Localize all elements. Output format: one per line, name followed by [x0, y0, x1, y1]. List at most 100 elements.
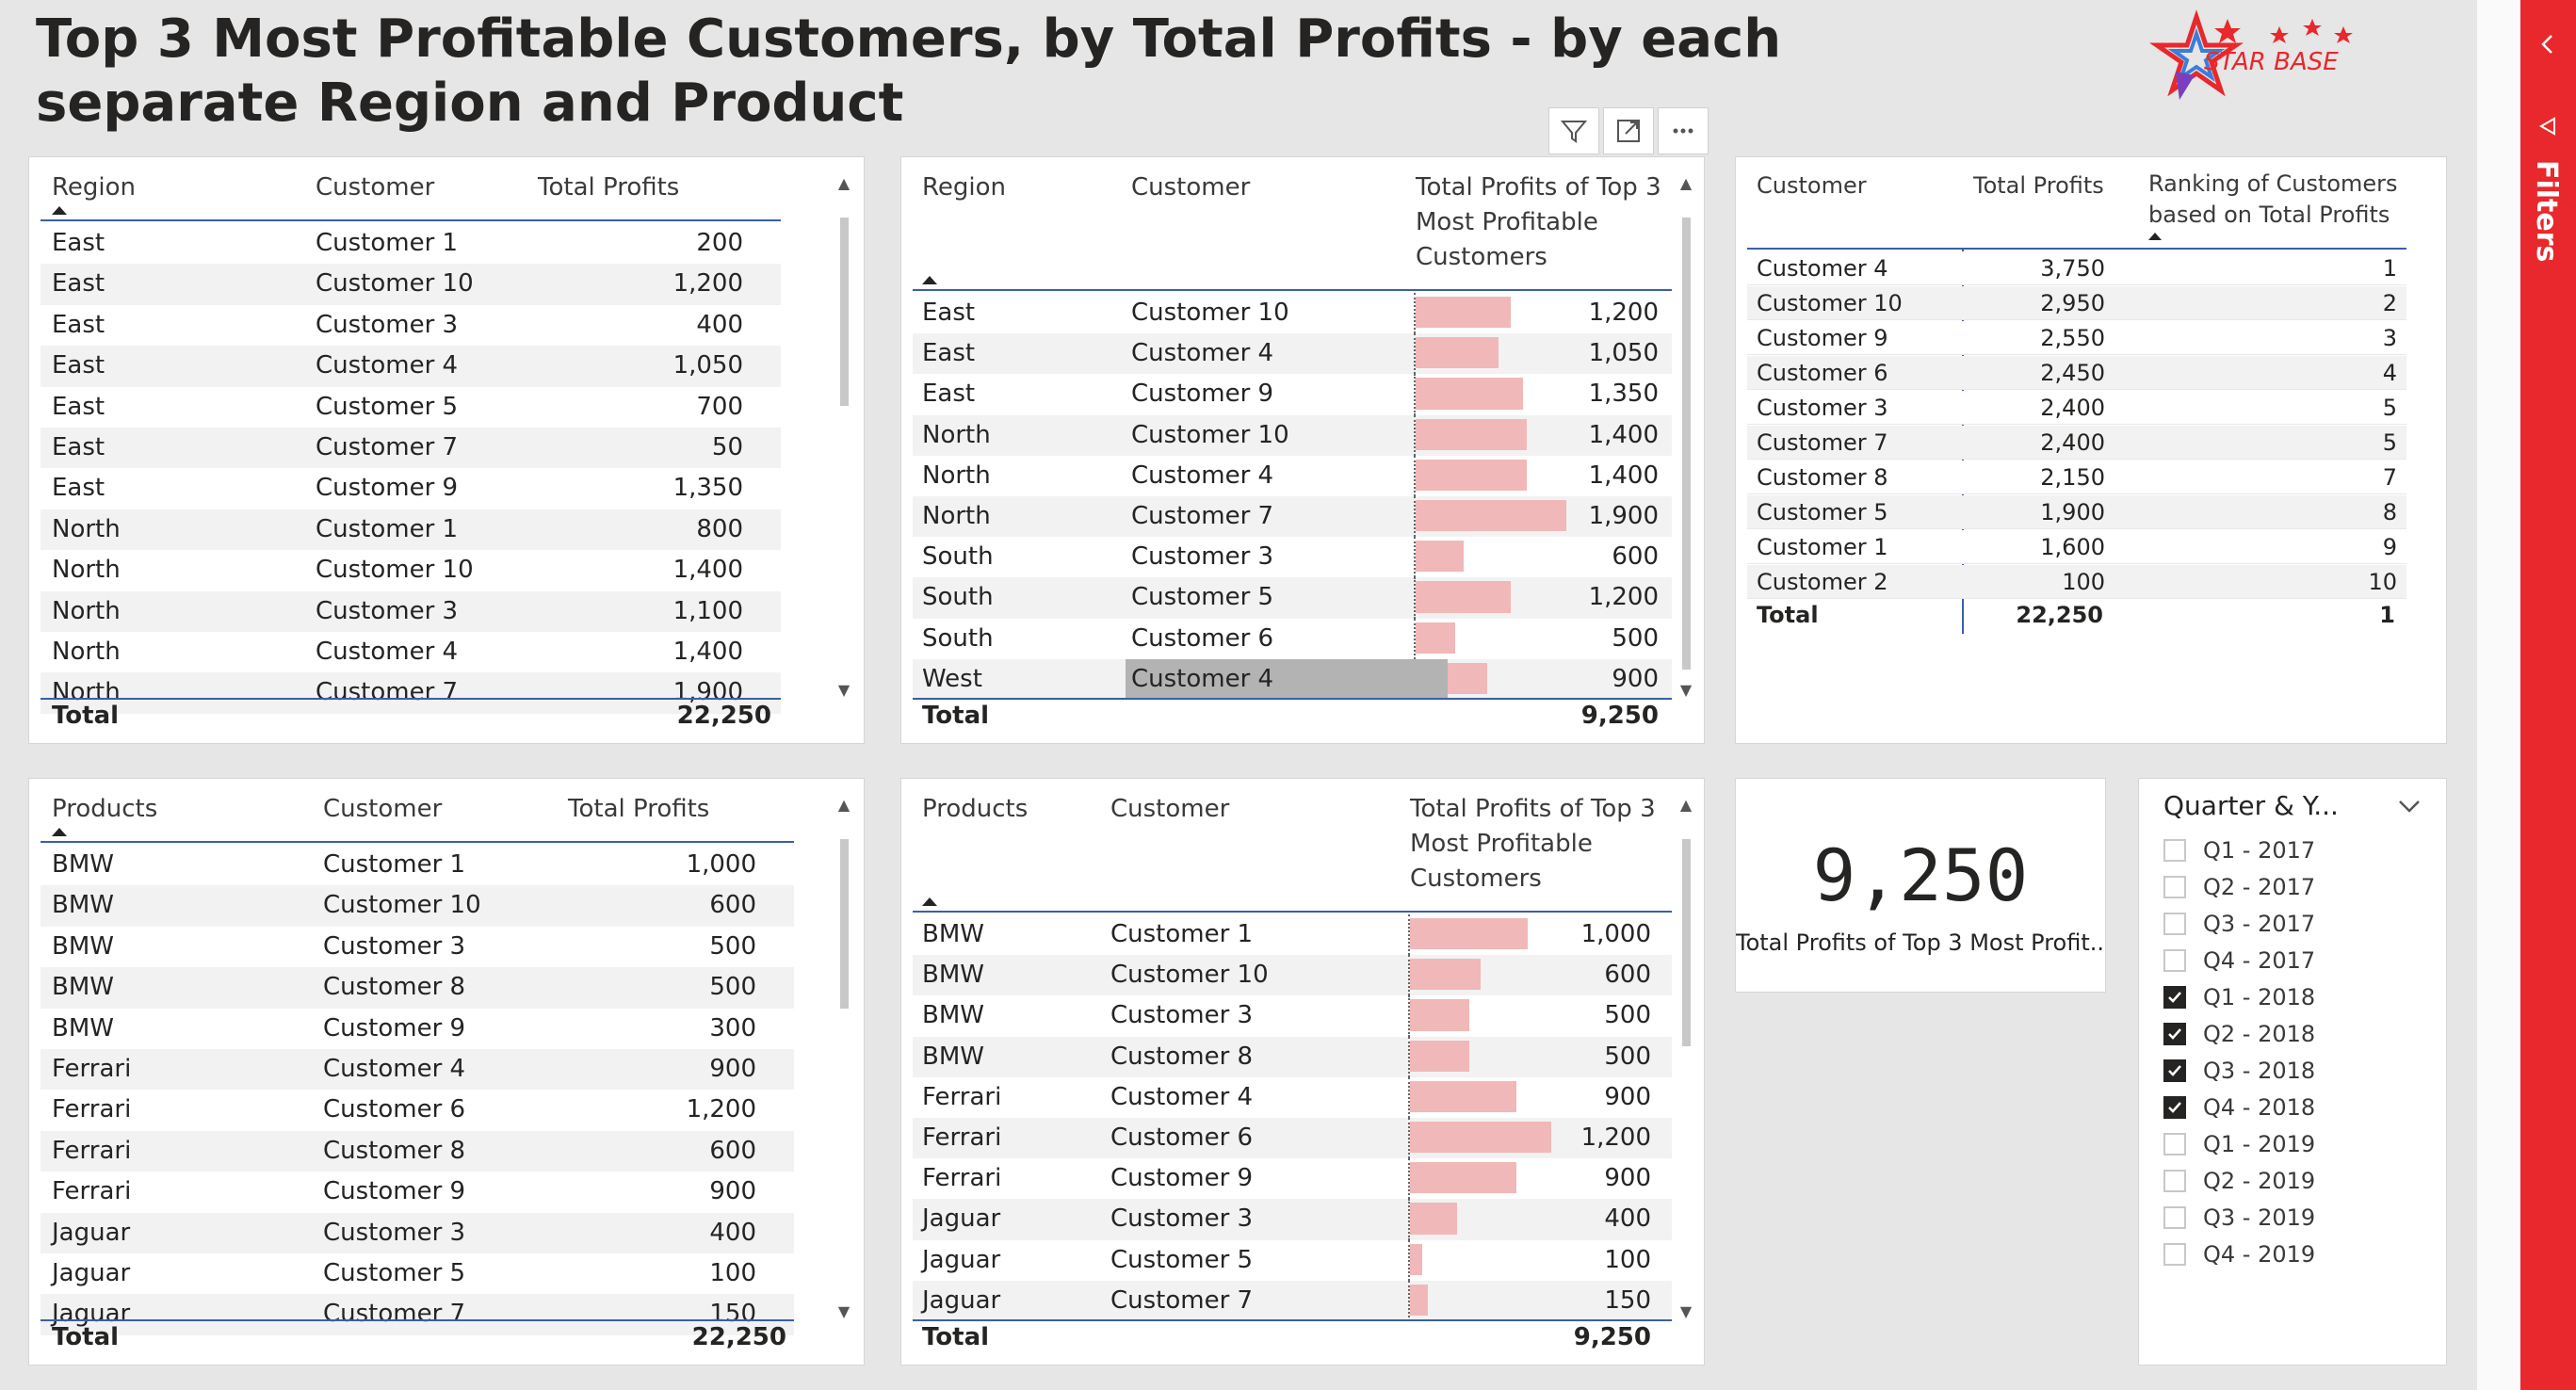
- checkbox-checked-icon[interactable]: [2163, 1023, 2186, 1045]
- more-options-icon[interactable]: [1658, 107, 1709, 154]
- checkbox-icon[interactable]: [2163, 1206, 2186, 1229]
- product-top3-table[interactable]: Products Customer Total Profits of Top 3…: [900, 778, 1705, 1366]
- total-profits-card[interactable]: 9,250 Total Profits of Top 3 Most Profit…: [1735, 778, 2106, 993]
- table-row[interactable]: East Customer 5 700: [41, 387, 781, 428]
- table-row[interactable]: East Customer 7 50: [41, 428, 781, 469]
- table-row[interactable]: North Customer 7 1,900: [913, 496, 1672, 538]
- scroll-thumb[interactable]: [1682, 218, 1691, 670]
- slicer-option[interactable]: Q1 - 2019: [2163, 1127, 2315, 1161]
- table-row[interactable]: East Customer 4 1,050: [913, 333, 1672, 375]
- filters-label[interactable]: Filters: [2530, 160, 2563, 262]
- table-row[interactable]: Customer 2 100 10: [1747, 565, 2406, 599]
- header-products[interactable]: Products: [922, 792, 1028, 827]
- table-row[interactable]: East Customer 10 1,200: [913, 293, 1672, 334]
- header-top3-profits[interactable]: Total Profits of Top 3 Most Profitable C…: [1416, 170, 1670, 275]
- table-row[interactable]: Jaguar Customer 7 150: [41, 1294, 794, 1335]
- table-row[interactable]: East Customer 9 1,350: [41, 468, 781, 509]
- scroll-thumb[interactable]: [840, 218, 849, 406]
- table-row[interactable]: BMW Customer 1 1,000: [913, 914, 1672, 956]
- table-row[interactable]: South Customer 3 600: [913, 537, 1672, 578]
- table-row[interactable]: Customer 6 2,450 4: [1747, 356, 2406, 390]
- scroll-thumb[interactable]: [840, 839, 849, 1009]
- scroll-up-icon[interactable]: ▲: [837, 176, 851, 191]
- table-row[interactable]: Jaguar Customer 7 150: [913, 1280, 1672, 1321]
- table-row[interactable]: BMW Customer 10 600: [41, 885, 794, 927]
- table-row[interactable]: North Customer 10 1,400: [913, 414, 1672, 456]
- chevron-down-icon[interactable]: [2395, 792, 2423, 824]
- slicer-option[interactable]: Q4 - 2019: [2163, 1237, 2315, 1271]
- table-row[interactable]: South Customer 6 500: [913, 618, 1672, 659]
- focus-mode-icon[interactable]: [1603, 107, 1654, 154]
- table-row[interactable]: East Customer 1 200: [41, 223, 781, 264]
- scroll-up-icon[interactable]: ▲: [1679, 798, 1693, 813]
- table-row[interactable]: North Customer 3 1,100: [41, 590, 781, 632]
- table-row[interactable]: Ferrari Customer 6 1,200: [913, 1118, 1672, 1159]
- chevron-left-icon[interactable]: [2535, 32, 2560, 60]
- slicer-option[interactable]: Q4 - 2018: [2163, 1091, 2315, 1124]
- header-products[interactable]: Products: [52, 792, 157, 827]
- slicer-option[interactable]: Q3 - 2019: [2163, 1201, 2315, 1235]
- table-row[interactable]: Customer 7 2,400 5: [1747, 426, 2406, 460]
- header-total-profits[interactable]: Total Profits: [568, 792, 709, 827]
- scroll-down-icon[interactable]: ▼: [837, 683, 851, 698]
- slicer-option[interactable]: Q3 - 2018: [2163, 1054, 2315, 1088]
- checkbox-icon[interactable]: [2163, 839, 2186, 862]
- scroll-up-icon[interactable]: ▲: [837, 798, 851, 813]
- slicer-option[interactable]: Q2 - 2018: [2163, 1017, 2315, 1051]
- table-row[interactable]: BMW Customer 8 500: [41, 967, 794, 1009]
- table-row[interactable]: Ferrari Customer 8 600: [41, 1130, 794, 1172]
- checkbox-icon[interactable]: [2163, 1133, 2186, 1156]
- vertical-scrollbar[interactable]: ▲ ▼: [1679, 176, 1693, 703]
- table-row[interactable]: Customer 4 3,750 1: [1747, 251, 2406, 285]
- region-profits-table[interactable]: Region Customer Total Profits East Custom…: [28, 156, 865, 744]
- region-top3-table[interactable]: Region Customer Total Profits of Top 3 M…: [900, 156, 1705, 744]
- checkbox-icon[interactable]: [2163, 876, 2186, 898]
- header-customer[interactable]: Customer: [316, 170, 434, 205]
- table-row[interactable]: Customer 5 1,900 8: [1747, 495, 2406, 529]
- table-row[interactable]: East Customer 4 1,050: [41, 346, 781, 387]
- table-row[interactable]: BMW Customer 10 600: [913, 955, 1672, 996]
- checkbox-icon[interactable]: [2163, 949, 2186, 972]
- checkbox-icon[interactable]: [2163, 1243, 2186, 1266]
- filter-icon[interactable]: [1548, 107, 1599, 154]
- header-top3-profits[interactable]: Total Profits of Top 3 Most Profitable C…: [1410, 792, 1664, 897]
- header-region[interactable]: Region: [922, 170, 1006, 205]
- table-row[interactable]: East Customer 10 1,200: [41, 264, 781, 305]
- table-row[interactable]: East Customer 9 1,350: [913, 374, 1672, 415]
- header-customer[interactable]: Customer: [323, 792, 442, 827]
- slicer-option[interactable]: Q2 - 2017: [2163, 870, 2315, 904]
- quarter-year-slicer[interactable]: Quarter & Y... Q1 - 2017 Q2 - 2017 Q3 - 20…: [2138, 778, 2447, 1366]
- table-row[interactable]: North Customer 4 1,400: [913, 455, 1672, 496]
- table-row[interactable]: Customer 1 1,600 9: [1747, 530, 2406, 564]
- table-row[interactable]: East Customer 3 400: [41, 305, 781, 346]
- vertical-scrollbar[interactable]: ▲ ▼: [837, 798, 851, 1325]
- table-row[interactable]: Ferrari Customer 9 900: [913, 1158, 1672, 1200]
- slicer-option[interactable]: Q1 - 2018: [2163, 980, 2315, 1014]
- vertical-scrollbar[interactable]: ▲ ▼: [1679, 798, 1693, 1325]
- checkbox-checked-icon[interactable]: [2163, 986, 2186, 1009]
- checkbox-icon[interactable]: [2163, 913, 2186, 935]
- table-row[interactable]: North Customer 10 1,400: [41, 550, 781, 590]
- checkbox-checked-icon[interactable]: [2163, 1096, 2186, 1119]
- checkbox-checked-icon[interactable]: [2163, 1059, 2186, 1082]
- table-row[interactable]: BMW Customer 3 500: [913, 995, 1672, 1037]
- table-row[interactable]: Customer 8 2,150 7: [1747, 461, 2406, 494]
- table-row[interactable]: Customer 10 2,950 2: [1747, 286, 2406, 320]
- table-row[interactable]: North Customer 1 800: [41, 509, 781, 551]
- slicer-option[interactable]: Q2 - 2019: [2163, 1164, 2315, 1198]
- header-customer[interactable]: Customer: [1757, 169, 1867, 203]
- slicer-option[interactable]: Q4 - 2017: [2163, 944, 2315, 978]
- table-row[interactable]: BMW Customer 1 1,000: [41, 845, 794, 885]
- table-row[interactable]: West Customer 4 900: [913, 658, 1672, 700]
- table-row[interactable]: Customer 9 2,550 3: [1747, 321, 2406, 355]
- vertical-scrollbar[interactable]: ▲ ▼: [837, 176, 851, 703]
- product-profits-table[interactable]: Products Customer Total Profits BMW Custo…: [28, 778, 865, 1366]
- table-row[interactable]: Ferrari Customer 9 900: [41, 1172, 794, 1212]
- scroll-down-icon[interactable]: ▼: [1679, 683, 1693, 698]
- table-row[interactable]: Ferrari Customer 4 900: [41, 1049, 794, 1091]
- table-row[interactable]: Customer 3 2,400 5: [1747, 391, 2406, 425]
- scroll-thumb[interactable]: [1682, 839, 1691, 1046]
- table-row[interactable]: Jaguar Customer 3 400: [41, 1212, 794, 1253]
- table-row[interactable]: Jaguar Customer 5 100: [41, 1253, 794, 1294]
- table-row[interactable]: BMW Customer 8 500: [913, 1036, 1672, 1077]
